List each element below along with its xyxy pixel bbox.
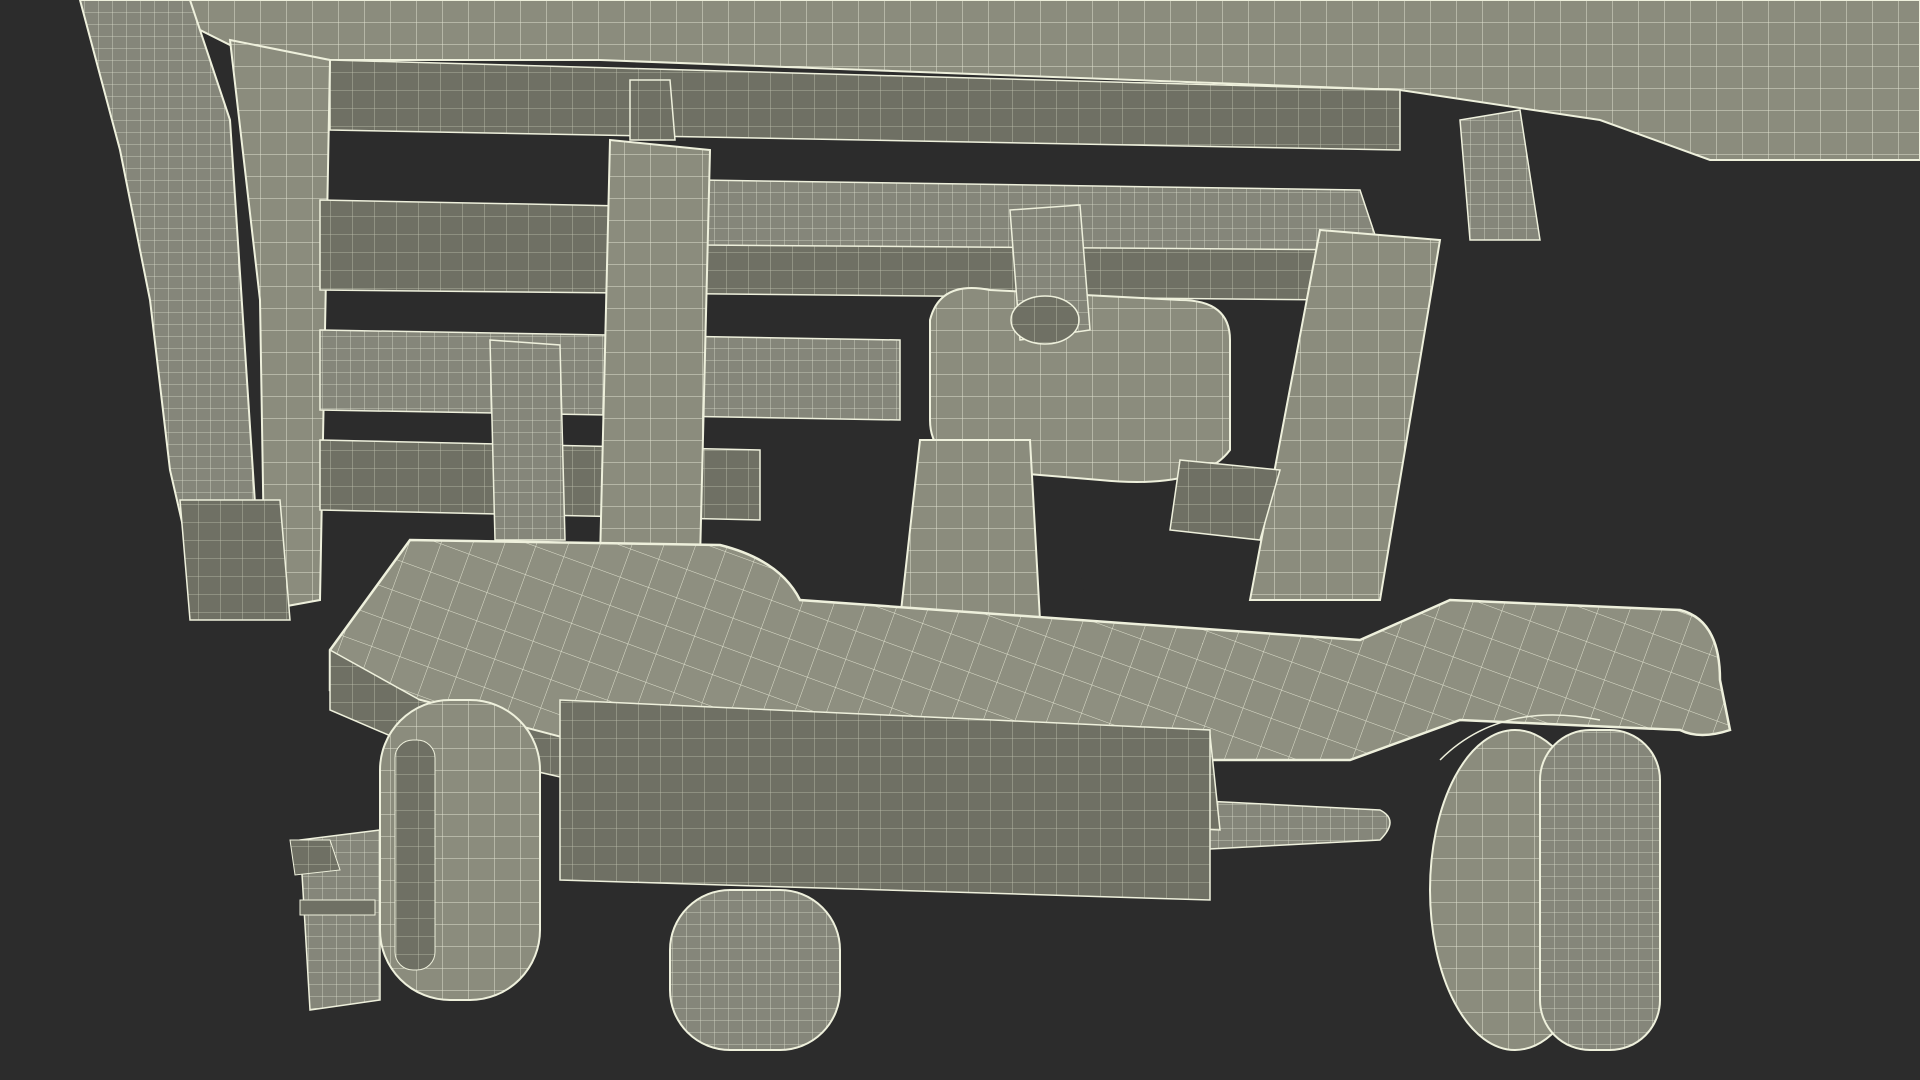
wireframe-model bbox=[78, 0, 1920, 1080]
caster-wheel-front-left bbox=[379, 699, 541, 1001]
caster-wheel-right bbox=[1429, 714, 1661, 1051]
render-viewport bbox=[0, 0, 1920, 1080]
caster-wheel-rear-left bbox=[669, 889, 841, 1051]
top-deck bbox=[79, 0, 1920, 161]
left-side-frame bbox=[78, 0, 332, 621]
